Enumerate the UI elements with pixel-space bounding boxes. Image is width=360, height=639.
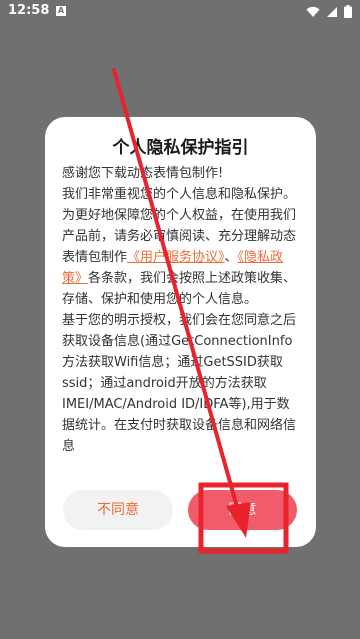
- status-bar: 12:58 A: [0, 0, 360, 24]
- welcome-text: 感谢您下载动态表情包制作!: [62, 166, 224, 181]
- privacy-paragraph: 我们非常重视您的个人信息和隐私保护。为更好地保障您的个人权益，在使用我们产品前，…: [62, 184, 302, 310]
- signal-icon: [327, 6, 337, 17]
- dialog-body[interactable]: 感谢您下载动态表情包制作! 我们非常重视您的个人信息和隐私保护。为更好地保障您的…: [62, 163, 302, 455]
- user-agreement-link[interactable]: 《用户服务协议》: [127, 250, 225, 265]
- privacy-text-suffix: 各条款，我们会按照上述政策收集、存储、保护和使用您的个人信息。: [62, 271, 297, 307]
- battery-icon: [344, 5, 352, 18]
- privacy-dialog: 个人隐私保护指引 感谢您下载动态表情包制作! 我们非常重视您的个人信息和隐私保护…: [45, 117, 316, 547]
- wifi-icon: [306, 6, 320, 17]
- agree-button[interactable]: 同意: [188, 490, 297, 530]
- authorization-paragraph: 基于您的明示授权，我们会在您同意之后获取设备信息(通过GetConnection…: [62, 313, 297, 454]
- status-time: 12:58: [8, 3, 50, 18]
- system-icons: [306, 5, 352, 18]
- link-separator: 、: [224, 250, 238, 265]
- dialog-title: 个人隐私保护指引: [112, 138, 249, 158]
- disagree-button[interactable]: 不同意: [63, 490, 173, 530]
- notification-icon: A: [56, 6, 66, 16]
